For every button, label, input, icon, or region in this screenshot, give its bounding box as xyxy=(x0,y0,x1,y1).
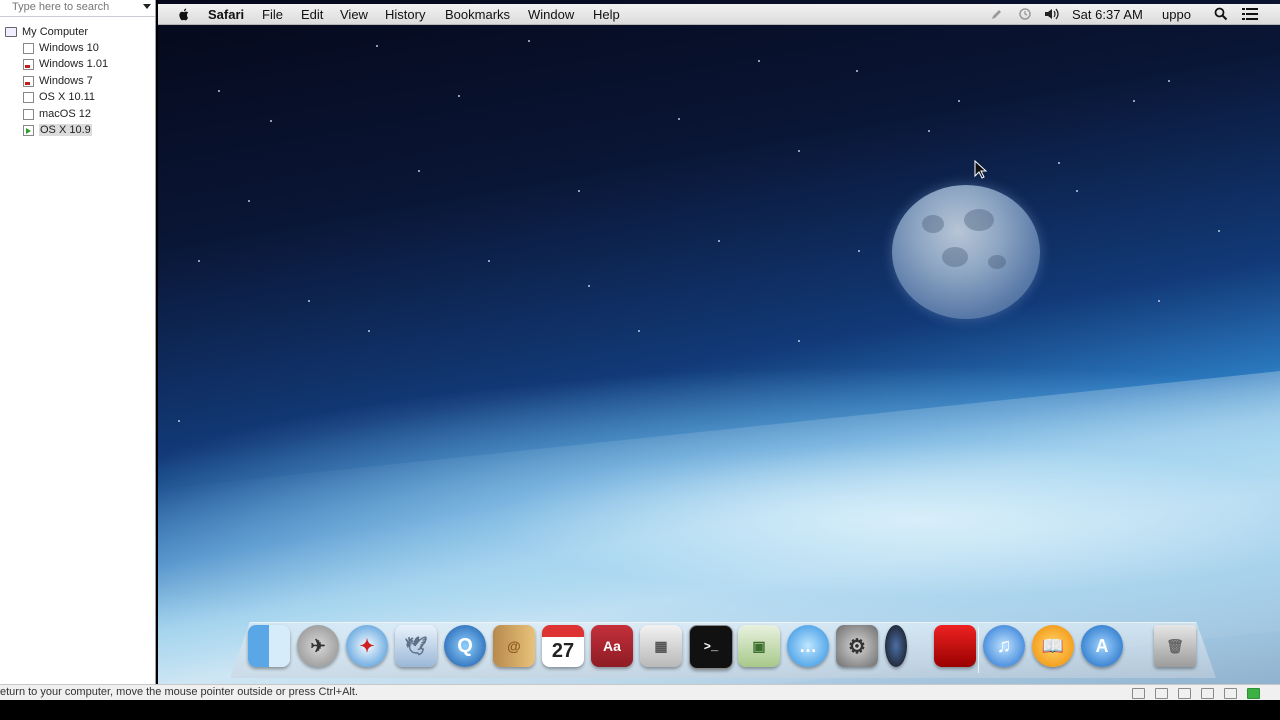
tree-item-label: OS X 10.9 xyxy=(39,123,92,136)
vm-icon xyxy=(23,59,34,71)
tree-item-label: OS X 10.11 xyxy=(39,91,96,104)
dictionary-label: Aa xyxy=(603,638,621,654)
preview-icon[interactable]: ▣ xyxy=(738,625,780,667)
dictionary-icon[interactable]: Aa xyxy=(591,625,633,667)
library-search xyxy=(0,0,155,17)
device-icons xyxy=(1125,688,1260,699)
spotlight-search-icon[interactable] xyxy=(1214,7,1228,21)
calendar-icon[interactable]: 27 xyxy=(542,625,584,667)
guest-display[interactable]: Safari File Edit View History Bookmarks … xyxy=(158,0,1280,684)
time-machine-icon[interactable] xyxy=(1018,7,1032,21)
sound-card-icon[interactable] xyxy=(1223,688,1237,699)
menu-edit[interactable]: Edit xyxy=(301,4,323,24)
menu-file[interactable]: File xyxy=(262,4,283,24)
mail-icon[interactable]: 🕊 xyxy=(395,625,437,667)
calculator-icon[interactable]: ▦ xyxy=(640,625,682,667)
message-log-icon[interactable] xyxy=(1247,688,1260,699)
mac-menubar: Safari File Edit View History Bookmarks … xyxy=(158,4,1280,25)
tree-item-osx-109[interactable]: OS X 10.9 xyxy=(0,122,108,138)
vm-icon xyxy=(23,108,34,120)
menu-view[interactable]: View xyxy=(340,4,368,24)
photo-booth-red-icon[interactable] xyxy=(934,625,976,667)
vm-tree: My Computer Windows 10 Windows 1.01 Wind… xyxy=(0,24,108,138)
tree-item-windows-10[interactable]: Windows 10 xyxy=(0,40,108,56)
vm-icon xyxy=(23,75,34,87)
tree-item-my-computer[interactable]: My Computer xyxy=(0,24,108,40)
calendar-day: 27 xyxy=(551,639,575,662)
host-status-bar: eturn to your computer, move the mouse p… xyxy=(0,684,1280,701)
pencil-icon[interactable] xyxy=(990,7,1004,21)
hard-disk-icon[interactable] xyxy=(1131,688,1145,699)
safari-icon[interactable]: ✦ xyxy=(346,625,388,667)
letterbox-bar xyxy=(0,700,1280,720)
tree-item-macos-12[interactable]: macOS 12 xyxy=(0,106,108,122)
dock-separator xyxy=(978,627,979,673)
launchpad-icon[interactable]: ✈ xyxy=(297,625,339,667)
itunes-icon[interactable]: ♫ xyxy=(983,625,1025,667)
chevron-down-icon[interactable] xyxy=(143,4,151,9)
menu-help[interactable]: Help xyxy=(593,4,620,24)
cd-drive-icon[interactable] xyxy=(1154,688,1168,699)
tree-item-label: Windows 7 xyxy=(39,74,93,87)
notification-center-icon[interactable] xyxy=(1242,7,1258,21)
computer-icon xyxy=(5,27,17,37)
ibooks-icon[interactable]: 📖 xyxy=(1032,625,1074,667)
volume-icon[interactable] xyxy=(1044,7,1060,21)
usb-icon[interactable] xyxy=(1200,688,1214,699)
system-preferences-icon[interactable]: ⚙ xyxy=(836,625,878,667)
quicktime-icon[interactable]: Q xyxy=(444,625,486,667)
moon xyxy=(892,185,1040,319)
trash-icon[interactable]: 🗑 xyxy=(1154,625,1196,667)
tree-item-windows-7[interactable]: Windows 7 xyxy=(0,73,108,89)
vm-icon xyxy=(23,43,34,54)
finder-icon[interactable] xyxy=(248,625,290,667)
tree-item-osx-1011[interactable]: OS X 10.11 xyxy=(0,89,108,105)
screen: My Computer Windows 10 Windows 1.01 Wind… xyxy=(0,0,1280,720)
menu-app-safari[interactable]: Safari xyxy=(208,4,244,24)
messages-icon[interactable]: … xyxy=(787,625,829,667)
status-message: eturn to your computer, move the mouse p… xyxy=(0,686,358,698)
vm-library-sidebar: My Computer Windows 10 Windows 1.01 Wind… xyxy=(0,0,156,684)
terminal-icon[interactable]: >_ xyxy=(689,625,733,669)
network-icon[interactable] xyxy=(1177,688,1191,699)
app-store-icon[interactable]: A xyxy=(1081,625,1123,667)
tree-item-windows-101[interactable]: Windows 1.01 xyxy=(0,56,108,72)
vm-running-icon xyxy=(23,124,34,136)
menu-history[interactable]: History xyxy=(385,4,425,24)
contacts-icon[interactable]: @ xyxy=(493,625,535,667)
menu-bookmarks[interactable]: Bookmarks xyxy=(445,4,510,24)
search-input[interactable] xyxy=(2,0,144,14)
tree-item-label: Windows 1.01 xyxy=(39,58,109,71)
photo-booth-icon[interactable] xyxy=(885,625,907,667)
menubar-user[interactable]: uppo xyxy=(1162,4,1191,24)
mouse-pointer-icon xyxy=(974,160,988,179)
vm-icon xyxy=(23,92,34,104)
menu-window[interactable]: Window xyxy=(528,4,574,24)
tree-item-label: My Computer xyxy=(22,26,89,38)
menubar-clock[interactable]: Sat 6:37 AM xyxy=(1072,4,1143,24)
tree-item-label: Windows 10 xyxy=(39,42,99,54)
apple-logo-icon[interactable] xyxy=(178,8,190,21)
tree-item-label: macOS 12 xyxy=(39,107,91,120)
